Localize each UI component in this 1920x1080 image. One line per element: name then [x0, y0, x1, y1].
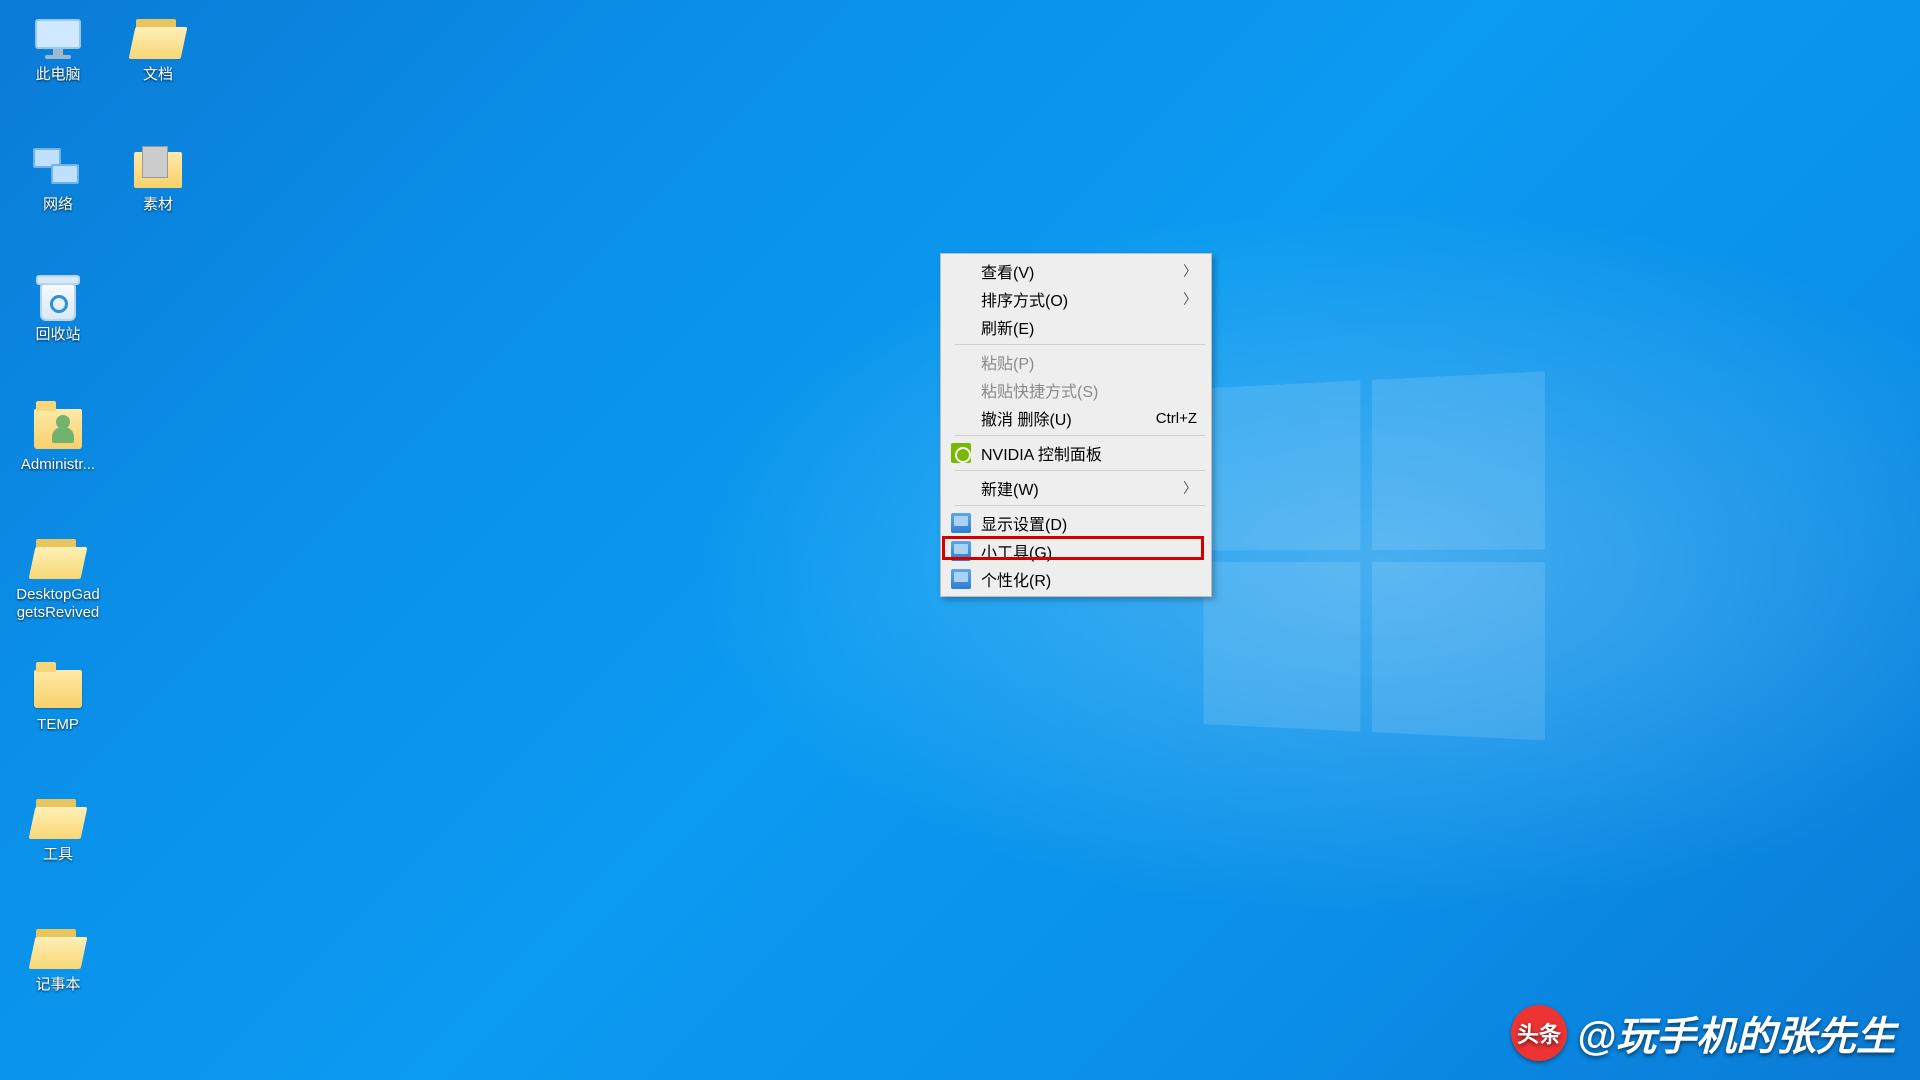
menu-item-personalize[interactable]: 个性化(R) — [943, 565, 1209, 593]
desktop-icon-administrator[interactable]: Administr... — [8, 398, 108, 526]
menu-item-refresh[interactable]: 刷新(E) — [943, 313, 1209, 341]
icon-label: 此电脑 — [35, 66, 80, 84]
menu-label: 刷新(E) — [981, 315, 1034, 339]
folder-icon — [31, 922, 85, 976]
desktop-icon-grid: 此电脑 文档 网络 素材 回收站 Administr... DesktopGad… — [8, 8, 208, 1046]
menu-item-undo-delete[interactable]: 撤消 删除(U) Ctrl+Z — [943, 404, 1209, 432]
monitor-icon — [951, 541, 971, 561]
icon-label: 回收站 — [35, 326, 80, 344]
icon-label: 工具 — [43, 846, 73, 864]
menu-separator — [955, 470, 1205, 471]
watermark-logo-icon: 头条 — [1511, 1005, 1567, 1061]
watermark-text: @玩手机的张先生 — [1577, 1004, 1896, 1062]
desktop[interactable]: 此电脑 文档 网络 素材 回收站 Administr... DesktopGad… — [0, 0, 1920, 1080]
folder-icon — [31, 792, 85, 846]
submenu-arrow-icon: 〉 — [1183, 478, 1197, 498]
menu-label: 查看(V) — [981, 259, 1034, 283]
desktop-icon-tools[interactable]: 工具 — [8, 788, 108, 916]
menu-separator — [955, 505, 1205, 506]
icon-label: Administr... — [21, 456, 95, 474]
menu-shortcut: Ctrl+Z — [1156, 410, 1197, 427]
menu-label: 个性化(R) — [981, 567, 1051, 591]
menu-item-display-settings[interactable]: 显示设置(D) — [943, 509, 1209, 537]
wallpaper-windows-logo — [1203, 371, 1553, 749]
menu-item-view[interactable]: 查看(V) 〉 — [943, 257, 1209, 285]
menu-label: NVIDIA 控制面板 — [981, 441, 1102, 465]
submenu-arrow-icon: 〉 — [1183, 289, 1197, 309]
icon-label: 网络 — [43, 196, 73, 214]
icon-label: TEMP — [37, 716, 79, 734]
menu-item-nvidia[interactable]: NVIDIA 控制面板 — [943, 439, 1209, 467]
desktop-icon-gadgets-revived[interactable]: DesktopGad getsRevived — [8, 528, 108, 656]
user-folder-icon — [31, 402, 85, 456]
watermark: 头条 @玩手机的张先生 — [1511, 1004, 1896, 1062]
menu-item-sort[interactable]: 排序方式(O) 〉 — [943, 285, 1209, 313]
desktop-icon-materials[interactable]: 素材 — [108, 138, 208, 266]
icon-label: 素材 — [143, 196, 173, 214]
nvidia-icon — [951, 443, 971, 463]
folder-icon — [131, 12, 185, 66]
folder-icon — [31, 662, 85, 716]
menu-item-paste: 粘贴(P) — [943, 348, 1209, 376]
desktop-icon-temp[interactable]: TEMP — [8, 658, 108, 786]
monitor-icon — [951, 513, 971, 533]
monitor-icon — [951, 569, 971, 589]
desktop-icon-documents[interactable]: 文档 — [108, 8, 208, 136]
menu-item-gadgets[interactable]: 小工具(G) — [943, 537, 1209, 565]
network-icon — [31, 142, 85, 196]
menu-item-new[interactable]: 新建(W) 〉 — [943, 474, 1209, 502]
menu-label: 显示设置(D) — [981, 511, 1067, 535]
desktop-icon-recycle-bin[interactable]: 回收站 — [8, 268, 108, 396]
submenu-arrow-icon: 〉 — [1183, 261, 1197, 281]
folder-icon — [31, 532, 85, 586]
menu-label: 小工具(G) — [981, 539, 1052, 563]
menu-separator — [955, 435, 1205, 436]
recycle-bin-icon — [31, 272, 85, 326]
this-pc-icon — [31, 12, 85, 66]
desktop-context-menu: 查看(V) 〉 排序方式(O) 〉 刷新(E) 粘贴(P) 粘贴快捷方式(S) … — [940, 253, 1212, 597]
menu-item-paste-shortcut: 粘贴快捷方式(S) — [943, 376, 1209, 404]
menu-label: 粘贴(P) — [981, 350, 1034, 374]
menu-label: 排序方式(O) — [981, 287, 1068, 311]
desktop-icon-notepad[interactable]: 记事本 — [8, 918, 108, 1046]
menu-label: 新建(W) — [981, 476, 1039, 500]
desktop-icon-this-pc[interactable]: 此电脑 — [8, 8, 108, 136]
icon-label: 文档 — [143, 66, 173, 84]
menu-label: 撤消 删除(U) — [981, 406, 1072, 430]
icon-label: DesktopGad getsRevived — [16, 586, 99, 622]
menu-separator — [955, 344, 1205, 345]
desktop-icon-network[interactable]: 网络 — [8, 138, 108, 266]
folder-icon — [131, 142, 185, 196]
icon-label: 记事本 — [35, 976, 80, 994]
watermark-logo-text: 头条 — [1517, 1017, 1561, 1049]
menu-label: 粘贴快捷方式(S) — [981, 378, 1098, 402]
